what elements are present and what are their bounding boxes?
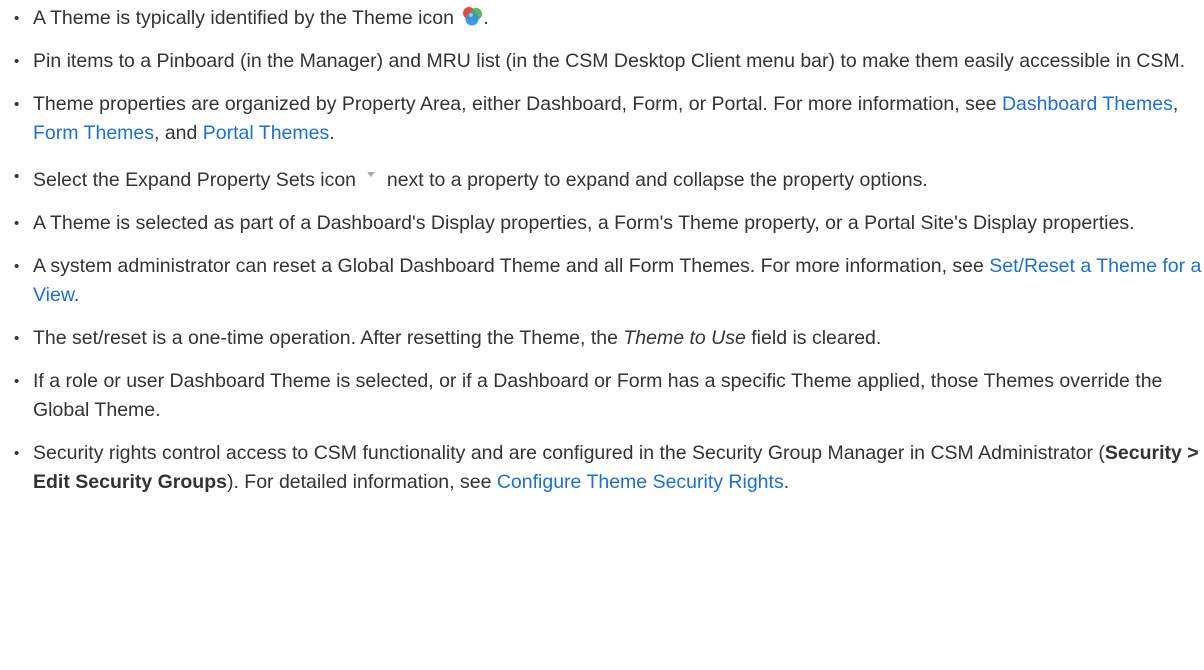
bullet-text-end: . (483, 7, 489, 29)
notes-list: A Theme is typically identified by the T… (0, 0, 1204, 497)
list-item: A system administrator can reset a Globa… (0, 252, 1204, 310)
bullet-text-end: field is cleared. (745, 327, 882, 349)
bullet-text: A Theme is typically identified by the T… (33, 7, 460, 29)
bullet-text: Security rights control access to CSM fu… (33, 442, 1105, 464)
expand-property-sets-icon (364, 162, 378, 177)
bullet-text-end: . (783, 471, 790, 493)
bullet-text-end: next to a property to expand and collaps… (381, 169, 928, 191)
list-item: Pin items to a Pinboard (in the Manager)… (0, 47, 1204, 76)
bullet-text: A system administrator can reset a Globa… (33, 255, 990, 277)
list-item: Security rights control access to CSM fu… (0, 439, 1204, 497)
form-themes-link[interactable]: Form Themes (33, 122, 154, 144)
bullet-text: Select the Expand Property Sets icon (33, 169, 362, 191)
list-item: If a role or user Dashboard Theme is sel… (0, 367, 1204, 425)
configure-theme-security-rights-link[interactable]: Configure Theme Security Rights (497, 471, 784, 493)
list-item: Select the Expand Property Sets icon nex… (0, 162, 1204, 195)
portal-themes-link[interactable]: Portal Themes (203, 122, 329, 144)
bullet-text: A Theme is selected as part of a Dashboa… (33, 212, 1135, 234)
bullet-text: If a role or user Dashboard Theme is sel… (33, 370, 1163, 421)
bullet-text: Pin items to a Pinboard (in the Manager)… (33, 50, 1186, 72)
list-item: The set/reset is a one-time operation. A… (0, 324, 1204, 353)
list-item: A Theme is selected as part of a Dashboa… (0, 209, 1204, 238)
list-item: A Theme is typically identified by the T… (0, 4, 1204, 33)
theme-to-use-field-name: Theme to Use (623, 327, 746, 349)
bullet-text: The set/reset is a one-time operation. A… (33, 327, 624, 349)
bullet-text-end: . (329, 122, 335, 144)
separator-text: , (1172, 93, 1179, 115)
separator-text: , and (154, 122, 203, 144)
bullet-text-mid: ). For detailed information, see (226, 471, 497, 493)
dashboard-themes-link[interactable]: Dashboard Themes (1002, 93, 1173, 115)
theme-icon (461, 6, 483, 26)
bullet-text-end: . (73, 284, 80, 306)
list-item: Theme properties are organized by Proper… (0, 90, 1204, 148)
bullet-text: Theme properties are organized by Proper… (33, 93, 1002, 115)
